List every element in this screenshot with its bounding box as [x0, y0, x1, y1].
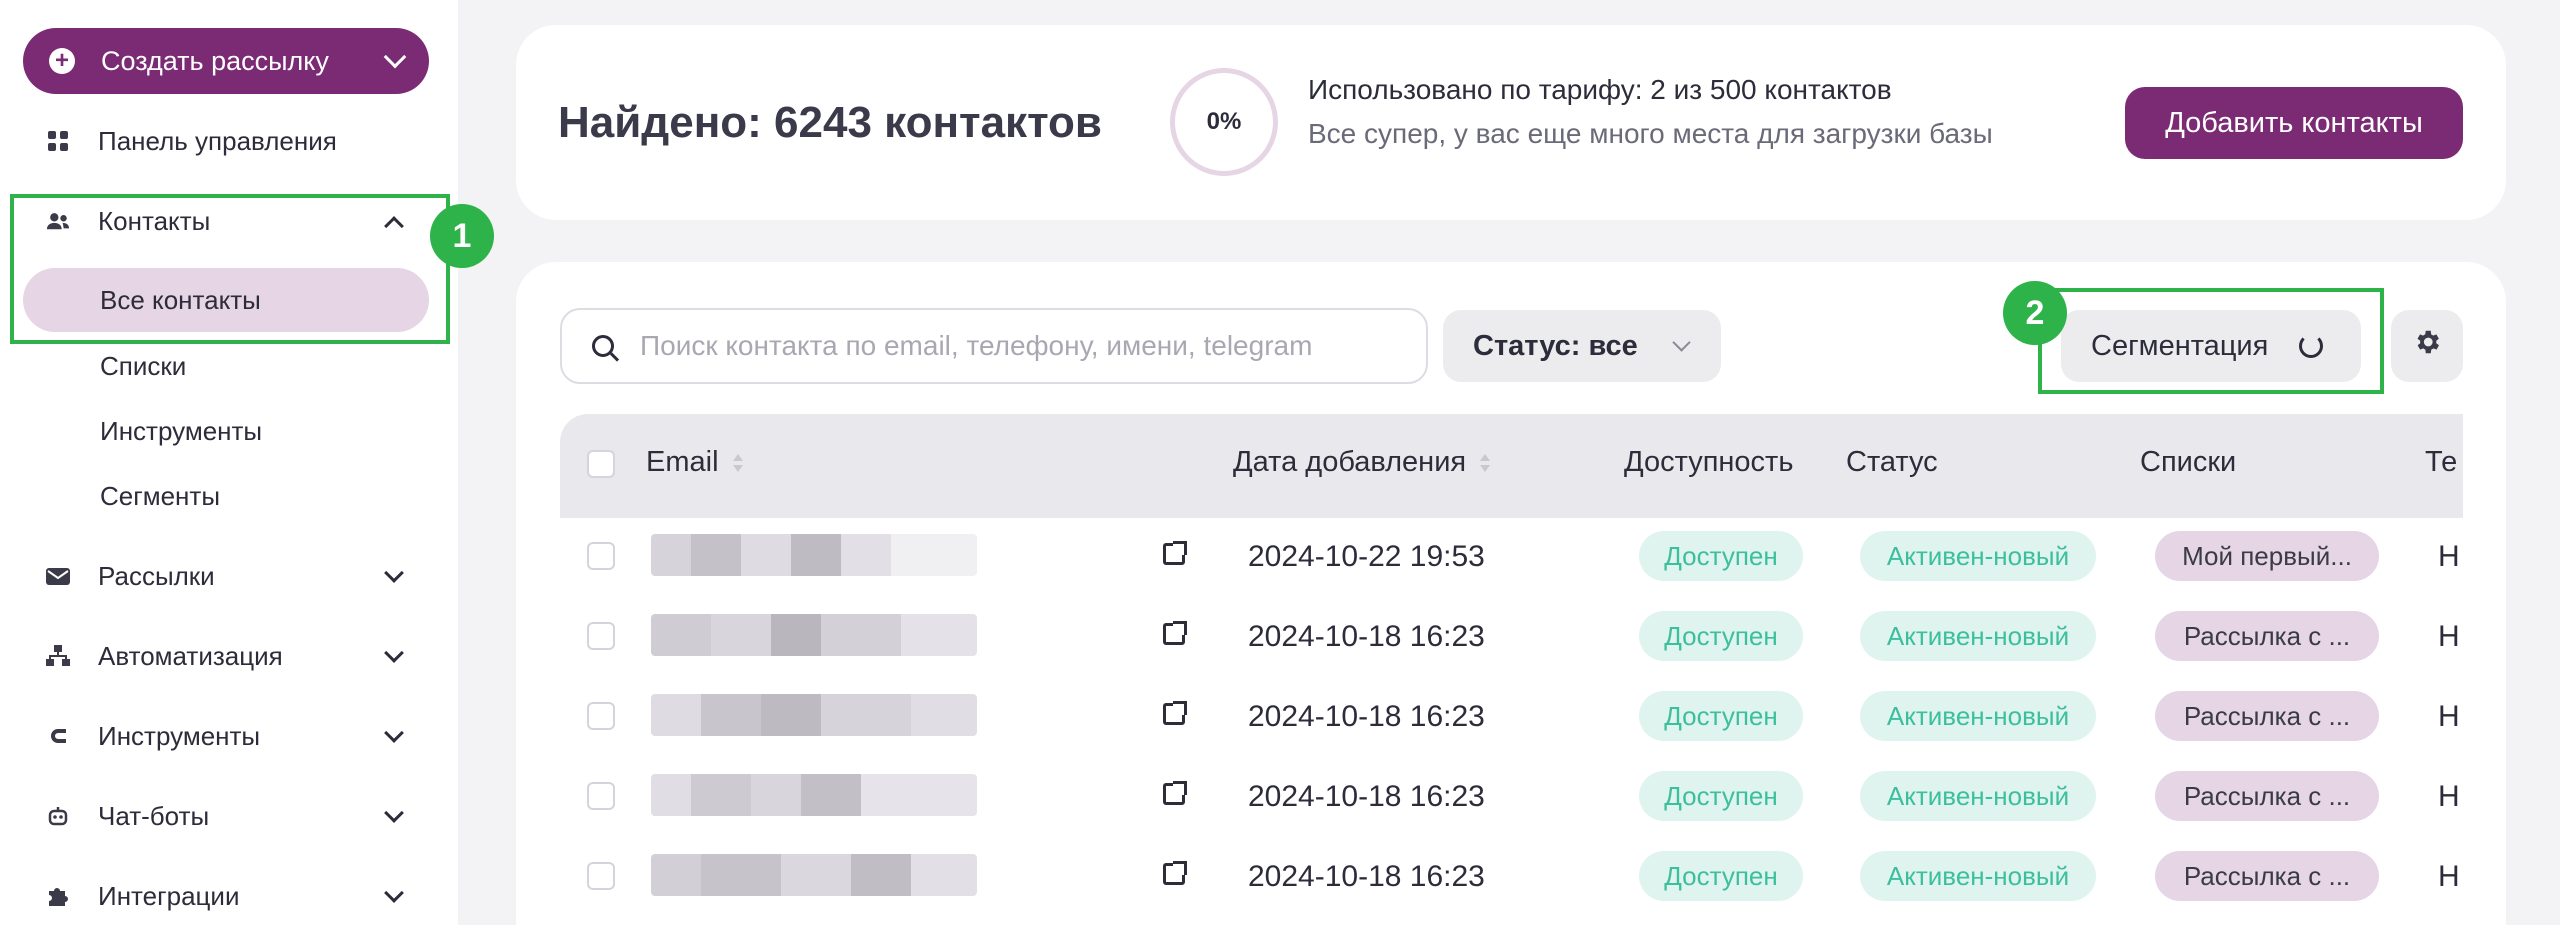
status-badge: Активен-новый [1860, 611, 2096, 661]
availability-badge: Доступен [1639, 531, 1803, 581]
sidebar-item-integrations[interactable]: Интеграции [0, 866, 458, 925]
status-badge: Активен-новый [1860, 771, 2096, 821]
date-added: 2024-10-18 16:23 [1248, 860, 1485, 893]
email-redacted [651, 694, 977, 736]
sidebar-item-label: Панель управления [98, 125, 337, 156]
sidebar-item-label: Чат-боты [98, 800, 210, 831]
plus-icon: + [49, 48, 75, 74]
sidebar: + Создать рассылку Панель управления Кон… [0, 0, 458, 925]
email-redacted [651, 854, 977, 896]
column-header-date[interactable]: Дата добавления [1233, 446, 1491, 479]
chevron-down-icon [384, 643, 404, 663]
column-header-status: Статус [1846, 446, 1938, 478]
status-badge: Активен-новый [1860, 851, 2096, 901]
chevron-down-icon [384, 563, 404, 583]
sidebar-item-mailings[interactable]: Рассылки [0, 546, 458, 606]
sidebar-item-label: Автоматизация [98, 640, 283, 671]
list-badge: Рассылка с ... [2155, 851, 2379, 901]
availability-badge: Доступен [1639, 611, 1803, 661]
puzzle-icon [46, 884, 70, 908]
sidebar-subitem-tools[interactable]: Инструменты [23, 399, 429, 463]
availability-badge: Доступен [1639, 851, 1803, 901]
truncated-cell: Н [2438, 620, 2460, 653]
bot-icon [46, 804, 70, 828]
table-row[interactable]: 2024-10-22 19:53 Доступен Активен-новый Мой… [560, 516, 2463, 596]
highlight-box-contacts [10, 194, 450, 344]
sidebar-item-label: Инструменты [98, 720, 261, 751]
external-link-icon[interactable] [1163, 541, 1187, 565]
row-checkbox[interactable] [587, 542, 615, 570]
sidebar-item-label: Рассылки [98, 560, 215, 591]
truncated-cell: Н [2438, 540, 2460, 573]
truncated-cell: Н [2438, 860, 2460, 893]
external-link-icon[interactable] [1163, 861, 1187, 885]
create-campaign-label: Создать рассылку [101, 45, 329, 76]
status-badge: Активен-новый [1860, 691, 2096, 741]
list-badge: Рассылка с ... [2155, 771, 2379, 821]
sidebar-subitem-segments[interactable]: Сегменты [23, 464, 429, 528]
email-redacted [651, 614, 977, 656]
date-added: 2024-10-18 16:23 [1248, 700, 1485, 733]
column-header-truncated: Те [2425, 446, 2458, 478]
sidebar-item-label: Интеграции [98, 880, 240, 911]
chevron-down-icon [384, 883, 404, 903]
chevron-down-icon [384, 803, 404, 823]
availability-badge: Доступен [1639, 771, 1803, 821]
list-badge: Мой первый... [2155, 531, 2379, 581]
sort-icon [732, 452, 743, 474]
email-redacted [651, 774, 977, 816]
row-checkbox[interactable] [587, 622, 615, 650]
external-link-icon[interactable] [1163, 781, 1187, 805]
row-checkbox[interactable] [587, 782, 615, 810]
dashboard-icon [46, 129, 70, 153]
sidebar-item-tools[interactable]: Инструменты [0, 706, 458, 766]
row-checkbox[interactable] [587, 702, 615, 730]
table-row[interactable]: 2024-10-18 16:23 Доступен Активен-новый Рас… [560, 756, 2463, 836]
sidebar-item-chatbots[interactable]: Чат-боты [0, 786, 458, 846]
mail-icon [46, 564, 70, 588]
create-campaign-button[interactable]: + Создать рассылку [23, 28, 429, 94]
column-header-lists: Списки [2140, 446, 2237, 478]
sidebar-item-automation[interactable]: Автоматизация [0, 626, 458, 686]
annotation-badge-1: 1 [430, 204, 494, 268]
date-added: 2024-10-22 19:53 [1248, 540, 1485, 573]
table-row[interactable]: 2024-10-18 16:23 Доступен Активен-новый Рас… [560, 676, 2463, 756]
sidebar-item-dashboard[interactable]: Панель управления [0, 111, 458, 171]
table-row[interactable]: 2024-10-18 16:23 Доступен Активен-новый Рас… [560, 596, 2463, 676]
date-added: 2024-10-18 16:23 [1248, 780, 1485, 813]
chevron-down-icon [384, 723, 404, 743]
select-all-checkbox[interactable] [587, 450, 615, 478]
chevron-down-icon [383, 45, 407, 69]
list-badge: Рассылка с ... [2155, 611, 2379, 661]
date-added: 2024-10-18 16:23 [1248, 620, 1485, 653]
truncated-cell: Н [2438, 700, 2460, 733]
external-link-icon[interactable] [1163, 621, 1187, 645]
sort-icon [1480, 452, 1491, 474]
hierarchy-icon [46, 644, 70, 668]
external-link-icon[interactable] [1163, 701, 1187, 725]
magnet-icon [46, 724, 70, 748]
column-header-email[interactable]: Email [646, 446, 743, 479]
table-row[interactable]: 2024-10-18 16:23 Доступен Активен-новый Рас… [560, 836, 2463, 916]
column-header-availability: Доступность [1624, 446, 1794, 478]
truncated-cell: Н [2438, 780, 2460, 813]
status-badge: Активен-новый [1860, 531, 2096, 581]
row-checkbox[interactable] [587, 862, 615, 890]
availability-badge: Доступен [1639, 691, 1803, 741]
list-badge: Рассылка с ... [2155, 691, 2379, 741]
email-redacted [651, 534, 977, 576]
